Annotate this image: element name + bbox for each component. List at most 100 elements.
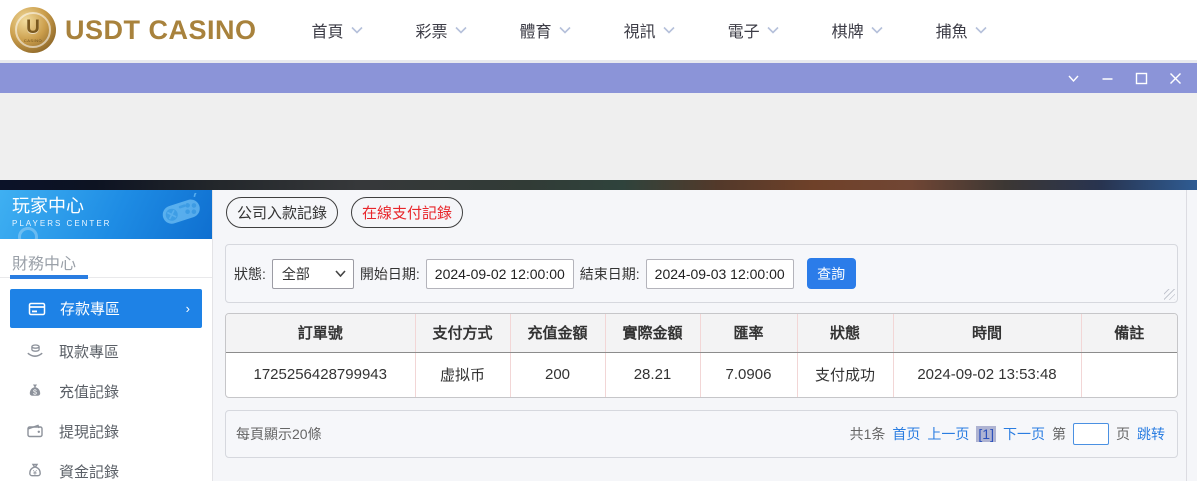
nav-item-home[interactable]: 首頁 [312, 18, 363, 42]
active-tab-underline [10, 275, 88, 279]
hand-coins-icon [26, 342, 44, 360]
window-titlebar [0, 63, 1197, 93]
records-table: 訂單號 支付方式 充值金額 實際金額 匯率 狀態 時間 備註 172525642 [225, 313, 1178, 398]
sidebar-item-deposit-zone[interactable]: 存款專區 › [10, 289, 202, 328]
cell-status: 支付成功 [797, 352, 893, 397]
minimize-button[interactable] [1100, 71, 1115, 86]
table-header-row: 訂單號 支付方式 充值金額 實際金額 匯率 狀態 時間 備註 [226, 314, 1177, 352]
header-deposit-amount: 充值金額 [510, 314, 605, 352]
top-navbar: U CASINO USDT CASINO 首頁 彩票 體育 視訊 [0, 0, 1197, 60]
cell-actual-amount: 28.21 [605, 352, 700, 397]
nav-item-fishing[interactable]: 捕魚 [936, 18, 987, 42]
nav-item-slots[interactable]: 電子 [728, 18, 779, 42]
sidebar-item-label: 存款專區 [60, 298, 120, 319]
cell-pay-method: 虚拟币 [415, 352, 510, 397]
logo-letter: U [26, 18, 40, 37]
tab-company-deposit-records[interactable]: 公司入款記錄 [226, 197, 338, 228]
record-tabs: 公司入款記錄 在線支付記錄 [226, 197, 463, 228]
sidebar-item-label: 取款專區 [59, 341, 119, 362]
brand-name: USDT CASINO [65, 15, 257, 46]
start-date-input[interactable] [426, 259, 574, 289]
prev-page-link[interactable]: 上一页 [927, 424, 969, 444]
header-pay-method: 支付方式 [415, 314, 510, 352]
sidebar-item-withdraw-zone[interactable]: 取款專區 [0, 331, 212, 371]
svg-text:¥: ¥ [33, 470, 37, 477]
banner-image-strip [0, 180, 1197, 190]
decorative-ball-icon [18, 227, 38, 239]
usdt-logo-icon: U CASINO [10, 7, 56, 53]
cell-order-no: 1725256428799943 [226, 352, 415, 397]
empty-banner-area [0, 93, 1197, 180]
finance-center-tab[interactable]: 財務中心 [0, 239, 212, 278]
collapse-chevron-icon[interactable] [1066, 71, 1081, 86]
jump-button[interactable]: 跳转 [1137, 424, 1165, 444]
current-page-indicator[interactable]: [1] [976, 426, 996, 442]
jump-page-input[interactable] [1073, 423, 1109, 445]
resize-grip-icon[interactable] [1164, 289, 1175, 300]
jump-prefix-label: 第 [1052, 424, 1066, 444]
page-size-text: 每頁顯示20條 [236, 424, 322, 444]
end-date-input[interactable] [646, 259, 794, 289]
status-label: 狀態: [234, 264, 266, 284]
header-order-no: 訂單號 [226, 314, 415, 352]
query-button[interactable]: 查詢 [807, 258, 856, 289]
first-page-link[interactable]: 首页 [892, 424, 920, 444]
right-divider [1186, 190, 1187, 481]
cell-time: 2024-09-02 13:53:48 [893, 352, 1081, 397]
chevron-right-icon: › [186, 301, 190, 316]
finance-center-label: 財務中心 [12, 256, 76, 273]
main-nav: 首頁 彩票 體育 視訊 電子 棋牌 [312, 18, 987, 42]
chevron-down-icon [871, 26, 883, 34]
header-actual-amount: 實際金額 [605, 314, 700, 352]
header-remark: 備註 [1081, 314, 1177, 352]
money-bag-yen-icon: ¥ [26, 462, 44, 480]
chevron-down-icon [335, 270, 346, 277]
status-selected-value: 全部 [282, 264, 310, 284]
brand-logo[interactable]: U CASINO USDT CASINO [10, 7, 257, 53]
nav-item-card-games[interactable]: 棋牌 [832, 18, 883, 42]
nav-item-label: 棋牌 [832, 18, 864, 42]
sidebar-item-deposit-records[interactable]: $ 充值記錄 [0, 371, 212, 411]
next-page-link[interactable]: 下一页 [1003, 424, 1045, 444]
tab-online-payment-records[interactable]: 在線支付記錄 [351, 197, 463, 228]
nav-item-label: 捕魚 [936, 18, 968, 42]
money-bag-dollar-icon: $ [26, 382, 44, 400]
close-button[interactable] [1168, 71, 1183, 86]
nav-item-label: 體育 [520, 18, 552, 42]
nav-item-label: 電子 [728, 18, 760, 42]
svg-text:$: $ [33, 390, 37, 397]
chevron-down-icon [767, 26, 779, 34]
sidebar-item-withdraw-records[interactable]: 提現記錄 [0, 411, 212, 451]
maximize-button[interactable] [1134, 71, 1149, 86]
nav-item-live-video[interactable]: 視訊 [624, 18, 675, 42]
header-rate: 匯率 [700, 314, 797, 352]
jump-suffix-label: 页 [1116, 424, 1130, 444]
sidebar-item-label: 提現記錄 [59, 421, 119, 442]
nav-item-label: 首頁 [312, 18, 344, 42]
header-status: 狀態 [797, 314, 893, 352]
table-row: 1725256428799943 虚拟币 200 28.21 7.0906 支付… [226, 352, 1177, 397]
players-center-header: 玩家中心 PLAYERS CENTER [0, 190, 212, 239]
cell-deposit-amount: 200 [510, 352, 605, 397]
total-count-text: 共1条 [850, 424, 886, 444]
gamepad-icon [154, 193, 206, 229]
status-select[interactable]: 全部 [272, 259, 354, 289]
wallet-icon [26, 422, 44, 440]
main-panel: 公司入款記錄 在線支付記錄 狀態: 全部 開始日期: 結束日期: 查詢 [225, 190, 1178, 481]
nav-item-lottery[interactable]: 彩票 [416, 18, 467, 42]
logo-small-text: CASINO [24, 38, 42, 43]
chevron-down-icon [351, 26, 363, 34]
end-date-label: 結束日期: [580, 264, 640, 284]
chevron-down-icon [559, 26, 571, 34]
pagination-controls: 共1条 首页 上一页 [1] 下一页 第 页 跳转 [850, 423, 1165, 445]
sidebar-item-label: 資金記錄 [59, 461, 119, 481]
sidebar-item-label: 充值記錄 [59, 381, 119, 402]
sidebar-item-fund-records[interactable]: ¥ 資金記錄 [0, 451, 212, 481]
cell-rate: 7.0906 [700, 352, 797, 397]
credit-card-icon [28, 300, 46, 318]
filter-panel: 狀態: 全部 開始日期: 結束日期: 查詢 [225, 244, 1178, 303]
cell-remark [1081, 352, 1177, 397]
sidebar-menu: 取款專區 $ 充值記錄 提現記錄 [0, 331, 212, 481]
header-time: 時間 [893, 314, 1081, 352]
nav-item-sports[interactable]: 體育 [520, 18, 571, 42]
